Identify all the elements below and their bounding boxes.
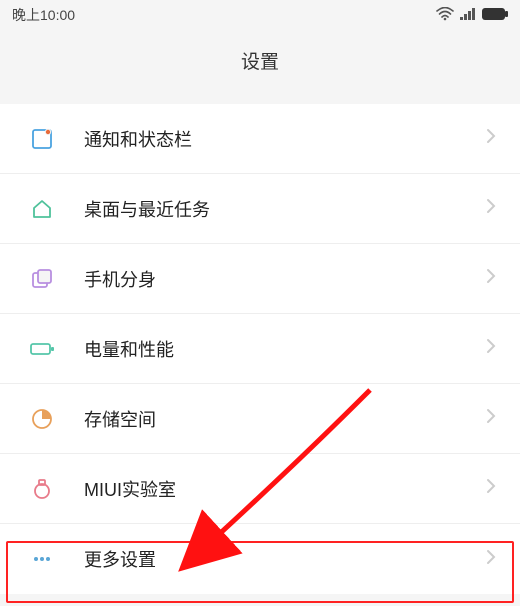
notify-icon	[28, 125, 56, 153]
status-time: 晚上10:00	[12, 5, 75, 25]
home-icon	[28, 195, 56, 223]
row-notifications[interactable]: 通知和状态栏	[0, 104, 520, 174]
chevron-right-icon	[486, 478, 496, 499]
row-label: 存储空间	[84, 406, 486, 432]
row-label: 更多设置	[84, 546, 486, 572]
chevron-right-icon	[486, 338, 496, 359]
chevron-right-icon	[486, 408, 496, 429]
row-label: 通知和状态栏	[84, 126, 486, 152]
row-label: 手机分身	[84, 266, 486, 292]
more-icon	[28, 545, 56, 573]
status-bar: 晚上10:00	[0, 0, 520, 30]
storage-icon	[28, 405, 56, 433]
page-title: 设置	[0, 30, 520, 90]
chevron-right-icon	[486, 549, 496, 570]
signal-icon	[460, 7, 476, 23]
row-label: 电量和性能	[84, 336, 486, 362]
wifi-icon	[436, 7, 454, 24]
row-storage[interactable]: 存储空间	[0, 384, 520, 454]
settings-list: 通知和状态栏 桌面与最近任务 手机分身 电量和性能	[0, 104, 520, 594]
chevron-right-icon	[486, 268, 496, 289]
battery-icon-status	[482, 7, 508, 23]
lab-icon	[28, 475, 56, 503]
battery-icon	[28, 335, 56, 363]
status-right	[436, 7, 508, 24]
row-second-space[interactable]: 手机分身	[0, 244, 520, 314]
chevron-right-icon	[486, 128, 496, 149]
row-more-settings[interactable]: 更多设置	[0, 524, 520, 594]
row-battery-performance[interactable]: 电量和性能	[0, 314, 520, 384]
row-label: MIUI实验室	[84, 476, 486, 502]
chevron-right-icon	[486, 198, 496, 219]
row-label: 桌面与最近任务	[84, 196, 486, 222]
row-desktop-recents[interactable]: 桌面与最近任务	[0, 174, 520, 244]
clone-icon	[28, 265, 56, 293]
row-miui-lab[interactable]: MIUI实验室	[0, 454, 520, 524]
